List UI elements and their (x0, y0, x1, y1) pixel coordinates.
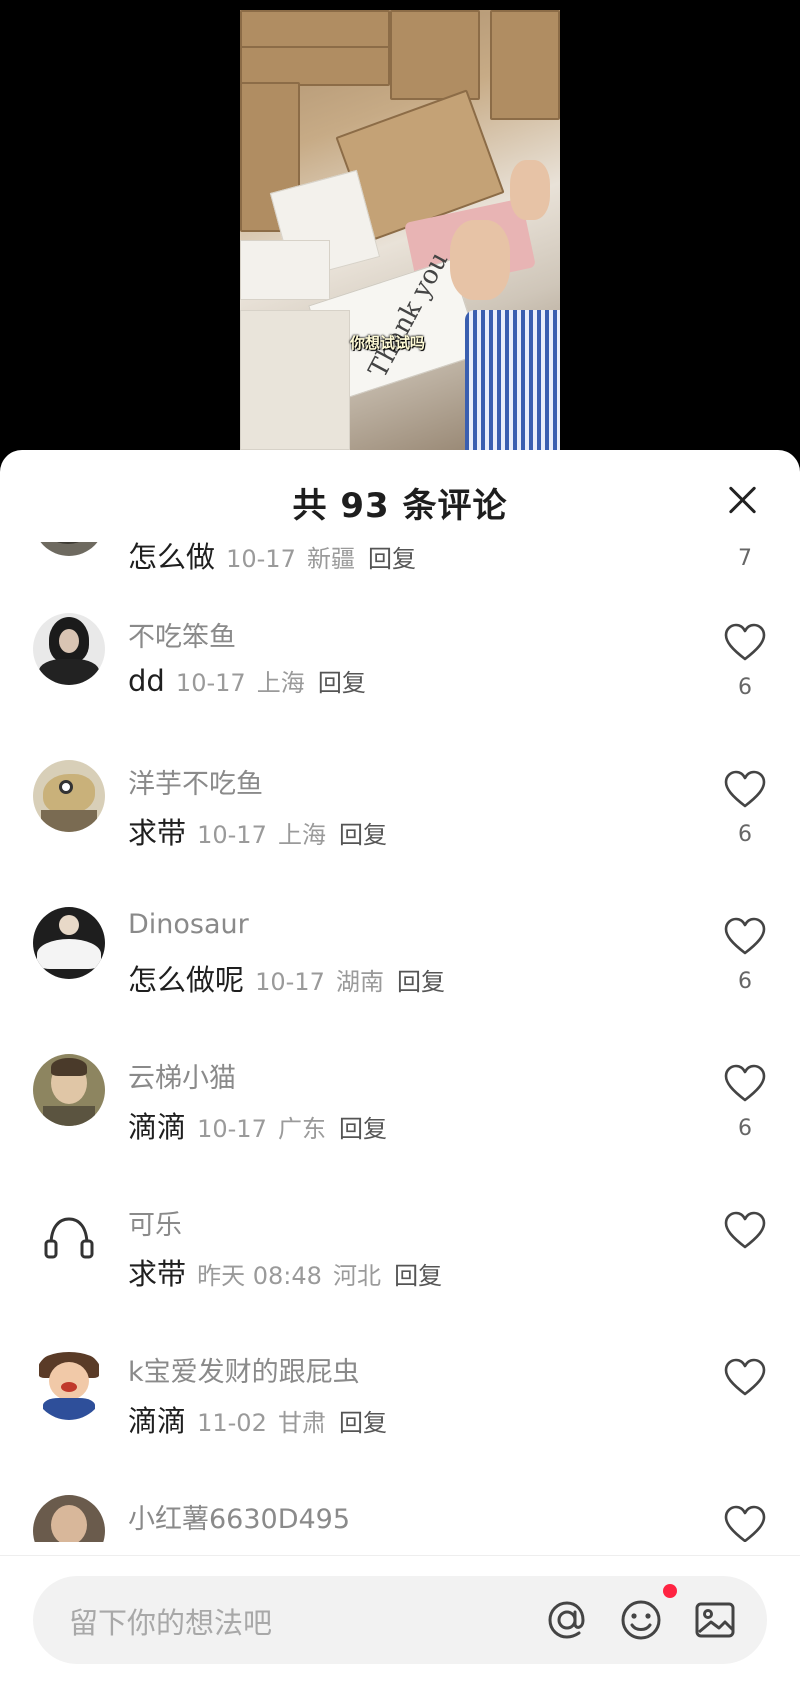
reply-button[interactable]: 回复 (394, 1262, 442, 1290)
comment-item[interactable]: 小红薯6630D495 (0, 1495, 800, 1542)
comment-location: 广东 (277, 1115, 326, 1143)
comment-count-title: 共 93 条评论 (292, 486, 508, 526)
like-count: 6 (738, 969, 752, 994)
comment-username[interactable]: k宝爱发财的跟屁虫 (128, 1350, 360, 1389)
avatar[interactable] (33, 760, 105, 832)
comment-location: 湖南 (335, 968, 384, 996)
smiley-icon[interactable] (617, 1596, 665, 1644)
comment-location: 上海 (277, 821, 326, 849)
comment-location: 上海 (256, 669, 305, 697)
heart-outline-icon[interactable] (724, 623, 766, 663)
reply-button[interactable]: 回复 (368, 545, 416, 573)
comment-username[interactable]: Dinosaur (128, 909, 249, 940)
comment-username[interactable]: 洋芋不吃鱼 (128, 762, 263, 801)
comment-location: 甘肃 (277, 1409, 326, 1437)
comment-input[interactable]: 留下你的想法吧 (33, 1576, 767, 1664)
like-count: 7 (738, 546, 752, 571)
avatar[interactable] (33, 1348, 105, 1420)
reply-button[interactable]: 回复 (339, 1115, 387, 1143)
comment-location: 新疆 (306, 545, 355, 573)
video-caption: 你想试试吗 (350, 334, 426, 352)
at-icon[interactable] (543, 1596, 591, 1644)
comment-line: 怎么做 10-17 新疆 回复 (128, 542, 416, 576)
avatar[interactable] (33, 1054, 105, 1126)
comment-date: 昨天 08:48 (197, 1262, 322, 1290)
reply-button[interactable]: 回复 (339, 821, 387, 849)
comment-text: dd (128, 664, 165, 698)
comment-text: 求带 (128, 816, 187, 850)
heart-outline-icon[interactable] (724, 1505, 766, 1542)
comment-username[interactable]: 不吃笨鱼 (128, 615, 236, 654)
comment-item[interactable]: Dinosaur 怎么做呢 10-17 湖南 回复 6 (0, 907, 800, 1054)
avatar[interactable] (33, 907, 105, 979)
comment-item[interactable]: 云梯小猫 滴滴 10-17 广东 回复 6 (0, 1054, 800, 1201)
avatar[interactable] (33, 613, 105, 685)
comment-text: 滴滴 (128, 1404, 187, 1438)
comment-text: 求带 (128, 1257, 187, 1291)
comment-line: dd 10-17 上海 回复 (128, 663, 366, 698)
notification-dot (663, 1584, 677, 1598)
comment-date: 10-17 (197, 1115, 267, 1143)
comment-item[interactable]: 洋芋不吃鱼 求带 10-17 上海 回复 6 (0, 760, 800, 907)
close-icon[interactable] (722, 480, 762, 520)
reply-button[interactable]: 回复 (339, 1409, 387, 1437)
comment-text: 怎么做 (128, 542, 216, 574)
comment-location: 河北 (333, 1262, 381, 1290)
comment-line: 滴滴 11-02 甘肃 回复 (128, 1398, 387, 1440)
comment-line: 求带 10-17 上海 回复 (128, 810, 387, 852)
comment-username[interactable]: 小红薯6630D495 (128, 1497, 350, 1536)
heart-outline-icon[interactable] (724, 770, 766, 810)
heart-outline-icon[interactable] (724, 917, 766, 957)
headphones-icon (44, 1217, 94, 1259)
video-player[interactable]: Thank you 你想试试吗 (0, 0, 800, 460)
comment-item[interactable]: k宝爱发财的跟屁虫 滴滴 11-02 甘肃 回复 (0, 1348, 800, 1495)
like-count: 6 (738, 822, 752, 847)
reply-button[interactable]: 回复 (318, 669, 366, 697)
heart-outline-icon[interactable] (724, 1358, 766, 1398)
comment-input-placeholder: 留下你的想法吧 (69, 1606, 273, 1640)
heart-outline-icon[interactable] (724, 1211, 766, 1251)
comment-item[interactable]: 可乐 求带 昨天 08:48 河北 回复 (0, 1201, 800, 1348)
comment-line: 滴滴 10-17 广东 回复 (128, 1104, 387, 1146)
comment-date: 10-17 (226, 545, 296, 573)
comment-line: 求带 昨天 08:48 河北 回复 (128, 1251, 442, 1293)
comment-date: 10-17 (197, 821, 267, 849)
like-count: 6 (738, 675, 752, 700)
comment-item[interactable]: 不吃笨鱼 dd 10-17 上海 回复 6 (0, 613, 800, 760)
comment-date: 11-02 (197, 1409, 267, 1437)
comment-username[interactable]: 云梯小猫 (128, 1056, 236, 1095)
avatar[interactable] (33, 1201, 105, 1273)
image-icon[interactable] (691, 1596, 739, 1644)
comment-list[interactable]: 怎么做 10-17 新疆 回复 7 不吃笨鱼 dd 10-17 上海 回复 6 … (0, 542, 800, 1542)
heart-outline-icon[interactable] (724, 1064, 766, 1104)
comment-date: 10-17 (175, 669, 246, 697)
comment-sheet: 共 93 条评论 怎么做 10-17 新疆 回复 7 不吃笨鱼 dd 10-17… (0, 450, 800, 1682)
like-count: 6 (738, 1116, 752, 1141)
comment-date: 10-17 (255, 968, 325, 996)
comment-line: 怎么做呢 10-17 湖南 回复 (128, 957, 445, 999)
avatar[interactable] (33, 1495, 105, 1542)
comment-input-bar: 留下你的想法吧 (0, 1555, 800, 1682)
comment-username[interactable]: 可乐 (128, 1203, 182, 1242)
reply-button[interactable]: 回复 (397, 968, 445, 996)
avatar[interactable] (33, 542, 105, 556)
video-frame: Thank you 你想试试吗 (240, 10, 560, 450)
comment-text: 滴滴 (128, 1110, 187, 1144)
comment-sheet-header: 共 93 条评论 (0, 450, 800, 550)
comment-text: 怎么做呢 (128, 963, 245, 997)
